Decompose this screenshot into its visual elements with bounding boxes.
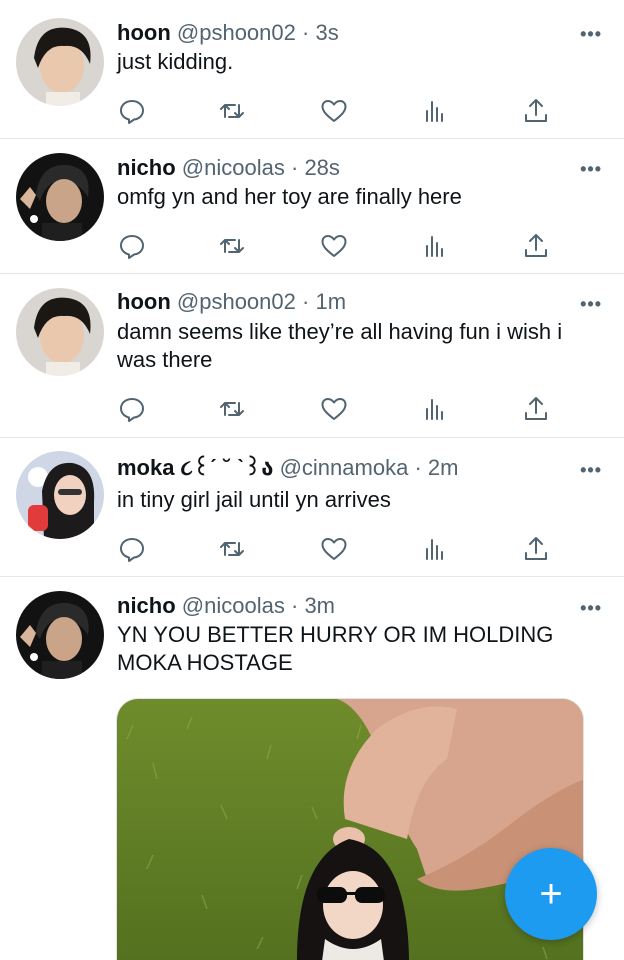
tweet[interactable]: hoon @pshoon02 · 3s ••• just kidding. [0, 0, 624, 138]
like-icon[interactable] [319, 96, 349, 126]
views-icon[interactable] [421, 534, 451, 564]
more-options-icon[interactable]: ••• [580, 25, 602, 43]
like-icon[interactable] [319, 231, 349, 261]
reply-icon[interactable] [117, 96, 147, 126]
avatar[interactable] [16, 451, 104, 539]
views-icon[interactable] [421, 96, 451, 126]
more-options-icon[interactable]: ••• [580, 461, 602, 479]
display-name[interactable]: nicho [117, 593, 176, 618]
tweet-actions [117, 231, 557, 261]
retweet-icon[interactable] [217, 394, 247, 424]
tweet-text: in tiny girl jail until yn arrives [117, 487, 391, 512]
handle[interactable]: @nicoolas [182, 155, 285, 180]
tweet-actions [117, 534, 557, 564]
share-icon[interactable] [521, 534, 551, 564]
separator: · [302, 289, 310, 314]
avatar[interactable] [16, 288, 104, 376]
tweet[interactable]: moka ૮꒰ˊ ˘ ˋ꒱ა @cinnamoka · 2m ••• in ti… [0, 438, 624, 576]
reply-icon[interactable] [117, 231, 147, 261]
avatar[interactable] [16, 153, 104, 241]
share-icon[interactable] [521, 394, 551, 424]
reply-icon[interactable] [117, 394, 147, 424]
like-icon[interactable] [319, 534, 349, 564]
tweet[interactable]: hoon @pshoon02 · 1m ••• damn seems like … [0, 274, 624, 437]
tweet-text: omfg yn and her toy are finally here [117, 184, 462, 209]
timestamp[interactable]: 3m [304, 593, 335, 618]
handle[interactable]: @nicoolas [182, 593, 285, 618]
display-name[interactable]: nicho [117, 155, 176, 180]
reply-icon[interactable] [117, 534, 147, 564]
tweet-text: damn seems like they’re all having fun i… [117, 319, 563, 372]
separator: · [290, 593, 299, 618]
tweet-actions [117, 96, 557, 126]
display-name[interactable]: hoon [117, 20, 171, 45]
tweet[interactable]: nicho @nicoolas · 28s ••• omfg yn and he… [0, 139, 624, 273]
like-icon[interactable] [319, 394, 349, 424]
separator: · [290, 155, 299, 180]
handle[interactable]: @cinnamoka [280, 455, 409, 480]
retweet-icon[interactable] [217, 96, 247, 126]
timestamp[interactable]: 28s [304, 155, 339, 180]
compose-button[interactable]: + [505, 848, 597, 940]
separator: · [302, 20, 310, 45]
handle[interactable]: @pshoon02 [177, 289, 296, 314]
more-options-icon[interactable]: ••• [580, 295, 602, 313]
display-name[interactable]: hoon [117, 289, 171, 314]
retweet-icon[interactable] [217, 534, 247, 564]
views-icon[interactable] [421, 394, 451, 424]
more-options-icon[interactable]: ••• [580, 160, 602, 178]
tweet-text: YN YOU BETTER HURRY OR IM HOLDING MOKA H… [117, 622, 554, 675]
timestamp[interactable]: 3s [315, 20, 338, 45]
tweet-text: just kidding. [117, 49, 234, 74]
views-icon[interactable] [421, 231, 451, 261]
display-name[interactable]: moka ૮꒰ˊ ˘ ˋ꒱ა [117, 455, 273, 480]
more-options-icon[interactable]: ••• [580, 599, 602, 617]
avatar[interactable] [16, 18, 104, 106]
avatar[interactable] [16, 591, 104, 679]
share-icon[interactable] [521, 231, 551, 261]
timestamp[interactable]: 1m [315, 289, 346, 314]
timestamp[interactable]: 2m [428, 455, 459, 480]
tweet-actions [117, 394, 557, 424]
handle[interactable]: @pshoon02 [177, 20, 296, 45]
share-icon[interactable] [521, 96, 551, 126]
separator: · [414, 455, 422, 480]
retweet-icon[interactable] [217, 231, 247, 261]
